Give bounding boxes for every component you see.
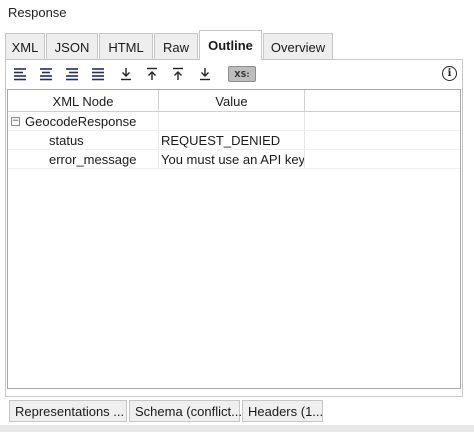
tab-raw[interactable]: Raw — [154, 33, 198, 60]
value-cell: You must use an API key... — [161, 150, 305, 169]
move-up-icon[interactable] — [171, 67, 185, 81]
info-icon[interactable]: i — [442, 66, 457, 81]
tab-headers[interactable]: Headers (1... — [242, 400, 323, 422]
tab-label: JSON — [54, 39, 90, 55]
tab-json[interactable]: JSON — [46, 33, 98, 60]
collapse-icon[interactable]: − — [11, 117, 20, 126]
align-lines-icon[interactable] — [65, 67, 79, 81]
tab-label: Raw — [163, 39, 190, 55]
tab-schema[interactable]: Schema (conflict... — [129, 400, 242, 422]
outline-panel: XS: i XML Node Value − GeocodeResponse s… — [5, 59, 463, 397]
grid-header: XML Node Value — [8, 90, 460, 112]
node-cell: − GeocodeResponse — [8, 112, 159, 131]
node-name: status — [8, 131, 159, 150]
align-lines-icon[interactable] — [39, 67, 53, 81]
tab-label: HTML — [108, 39, 144, 55]
tab-label: Overview — [270, 39, 326, 55]
node-name: error_message — [8, 150, 159, 169]
tab-outline[interactable]: Outline — [199, 30, 262, 60]
toolbar: XS: i — [6, 60, 462, 88]
outline-grid: XML Node Value − GeocodeResponse status … — [7, 89, 461, 389]
tab-xml[interactable]: XML — [5, 33, 45, 60]
align-lines-icon[interactable] — [91, 67, 105, 81]
tab-overview[interactable]: Overview — [263, 33, 333, 60]
node-name: GeocodeResponse — [25, 114, 137, 129]
collapse-up-icon[interactable] — [145, 67, 159, 81]
xs-toggle-button[interactable]: XS: — [228, 66, 256, 82]
align-lines-icon[interactable] — [13, 67, 27, 81]
tab-representations[interactable]: Representations ... — [9, 400, 127, 422]
table-row[interactable]: status REQUEST_DENIED — [8, 131, 460, 150]
value-cell — [159, 112, 305, 131]
expand-down-icon[interactable] — [119, 67, 133, 81]
tab-label: Outline — [208, 38, 253, 53]
table-row[interactable]: − GeocodeResponse — [8, 112, 460, 131]
column-header-extra[interactable] — [305, 90, 462, 112]
tab-html[interactable]: HTML — [99, 33, 153, 60]
status-strip — [0, 425, 474, 432]
value-cell: REQUEST_DENIED — [159, 131, 305, 150]
column-header-xml-node[interactable]: XML Node — [8, 90, 159, 112]
table-row[interactable]: error_message You must use an API key... — [8, 150, 460, 169]
tab-label: XML — [11, 39, 39, 55]
panel-title: Response — [8, 5, 67, 20]
column-header-value[interactable]: Value — [159, 90, 305, 112]
bottom-tabs: Representations ... Schema (conflict... … — [9, 400, 325, 422]
view-tabs: XML JSON HTML Raw Outline Overview — [5, 30, 334, 60]
move-down-icon[interactable] — [198, 67, 212, 81]
